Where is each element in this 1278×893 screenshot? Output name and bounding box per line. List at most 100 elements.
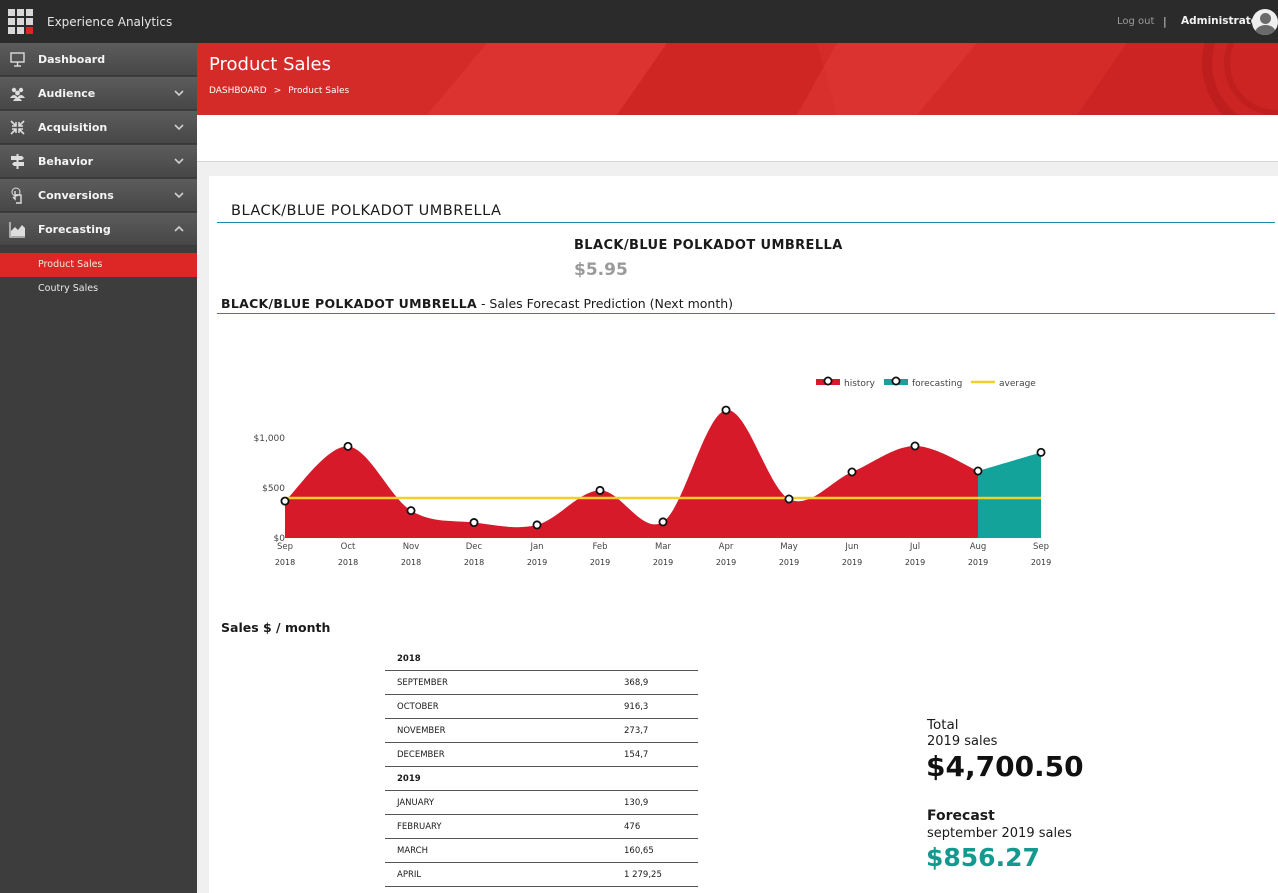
row-month: 2019 <box>397 774 421 784</box>
sidebar-subitem-product-sales[interactable]: Product Sales <box>0 253 197 277</box>
chevron-down-icon <box>174 124 184 131</box>
history-point[interactable] <box>784 494 794 504</box>
x-tick-year: 2018 <box>338 558 358 567</box>
table-row: APRIL 1 279,25 <box>385 863 698 887</box>
x-tick-year: 2019 <box>527 558 547 567</box>
row-value: 273,7 <box>624 726 649 736</box>
page-title: Product Sales <box>209 54 331 75</box>
breadcrumb-dashboard-link[interactable]: DASHBOARD <box>209 86 267 96</box>
x-tick-year: 2019 <box>1031 558 1051 567</box>
row-value: 154,7 <box>624 750 649 760</box>
sidebar-item-forecasting[interactable]: Forecasting <box>0 213 197 246</box>
forecast-area <box>978 452 1041 538</box>
toolbar-area <box>197 115 1278 162</box>
logout-link[interactable]: Log out <box>1117 16 1154 27</box>
x-tick-month: Sep <box>277 542 293 552</box>
chevron-down-icon <box>174 192 184 199</box>
table-row: FEBRUARY 476 <box>385 815 698 839</box>
sidebar-item-label: Dashboard <box>38 53 106 66</box>
row-month: APRIL <box>397 870 422 880</box>
x-tick-year: 2019 <box>653 558 673 567</box>
sidebar-item-dashboard[interactable]: Dashboard <box>0 43 197 76</box>
sidebar-item-conversions[interactable]: Conversions <box>0 179 197 212</box>
topbar-separator: | <box>1163 15 1167 28</box>
sidebar-subitem-label: Coutry Sales <box>38 283 99 294</box>
logo-square <box>17 27 24 34</box>
sales-forecast-chart: $0$500$1,000 Sep2018Oct2018Nov2018Dec201… <box>254 376 1051 567</box>
total-sales-value: $4,700.50 <box>926 750 1084 783</box>
forecast-point[interactable] <box>1036 447 1046 457</box>
row-value: 130,9 <box>624 798 649 808</box>
x-tick-month: Jan <box>529 542 543 552</box>
sidebar-item-label: Forecasting <box>38 223 111 236</box>
x-tick-year: 2018 <box>401 558 421 567</box>
sidebar-item-acquisition[interactable]: Acquisition <box>0 111 197 144</box>
x-tick-month: Feb <box>592 542 607 552</box>
table-row: JANUARY 130,9 <box>385 791 698 815</box>
sidebar-item-behavior[interactable]: Behavior <box>0 145 197 178</box>
x-tick-year: 2018 <box>464 558 484 567</box>
x-tick-month: Jun <box>844 542 858 552</box>
app-title: Experience Analytics <box>47 15 173 29</box>
row-month: MARCH <box>397 846 428 856</box>
logo-square <box>26 9 33 16</box>
sidebar-subitem-country-sales[interactable]: Coutry Sales <box>0 277 197 301</box>
logo-square <box>8 27 15 34</box>
row-month: SEPTEMBER <box>397 678 448 688</box>
y-tick-label: $500 <box>262 484 285 494</box>
x-tick-month: Sep <box>1033 542 1049 552</box>
table-row: DECEMBER 154,7 <box>385 743 698 767</box>
history-point[interactable] <box>721 405 731 415</box>
history-point[interactable] <box>658 517 668 527</box>
logo-square <box>17 9 24 16</box>
signpost-icon <box>11 154 24 169</box>
breadcrumb-separator: > <box>273 86 282 96</box>
logo-square <box>8 9 15 16</box>
row-month: OCTOBER <box>397 702 439 712</box>
chevron-up-icon <box>174 225 184 232</box>
row-value: 916,3 <box>624 702 649 712</box>
top-bar: Experience Analytics Log out | Administr… <box>0 0 1278 43</box>
history-point[interactable] <box>595 485 605 495</box>
x-tick-year: 2018 <box>275 558 295 567</box>
history-point[interactable] <box>343 441 353 451</box>
legend-marker <box>891 376 901 386</box>
logo-square <box>26 27 33 34</box>
table-row: NOVEMBER 273,7 <box>385 719 698 743</box>
history-point[interactable] <box>469 518 479 528</box>
table-row: OCTOBER 916,3 <box>385 695 698 719</box>
legend-label[interactable]: forecasting <box>912 379 962 389</box>
row-value: 160,65 <box>624 846 654 856</box>
x-tick-month: Dec <box>466 542 483 552</box>
breadcrumb-current: Product Sales <box>288 86 350 96</box>
x-tick-month: Apr <box>719 542 734 552</box>
banner-background-pattern <box>427 43 1278 115</box>
x-tick-year: 2019 <box>968 558 988 567</box>
row-value: 476 <box>624 822 641 832</box>
people-icon <box>10 87 25 101</box>
chevron-down-icon <box>174 90 184 97</box>
sidebar: Dashboard Audience Acquisition Behavior <box>0 43 197 893</box>
forecast-sales-value: $856.27 <box>926 843 1040 872</box>
sidebar-item-audience[interactable]: Audience <box>0 77 197 110</box>
history-point[interactable] <box>280 496 290 506</box>
history-area <box>285 409 978 538</box>
user-name[interactable]: Administrator <box>1181 15 1263 27</box>
history-point[interactable] <box>532 520 542 530</box>
app-grid-logo-icon[interactable] <box>8 9 35 36</box>
x-tick-month: Jul <box>909 542 920 552</box>
x-tick-year: 2019 <box>842 558 862 567</box>
history-point[interactable] <box>910 441 920 451</box>
area-chart-icon <box>9 222 25 238</box>
legend-label[interactable]: history <box>844 379 876 389</box>
forecast-sublabel: september 2019 sales <box>927 826 1072 841</box>
table-row: MARCH 160,65 <box>385 839 698 863</box>
legend-label[interactable]: average <box>999 379 1036 389</box>
row-value: 368,9 <box>624 678 649 688</box>
history-point[interactable] <box>406 506 416 516</box>
user-avatar-icon[interactable] <box>1252 9 1278 35</box>
history-point[interactable] <box>973 466 983 476</box>
history-point[interactable] <box>847 467 857 477</box>
breadcrumb: DASHBOARD > Product Sales <box>209 86 349 96</box>
logo-square <box>17 18 24 25</box>
